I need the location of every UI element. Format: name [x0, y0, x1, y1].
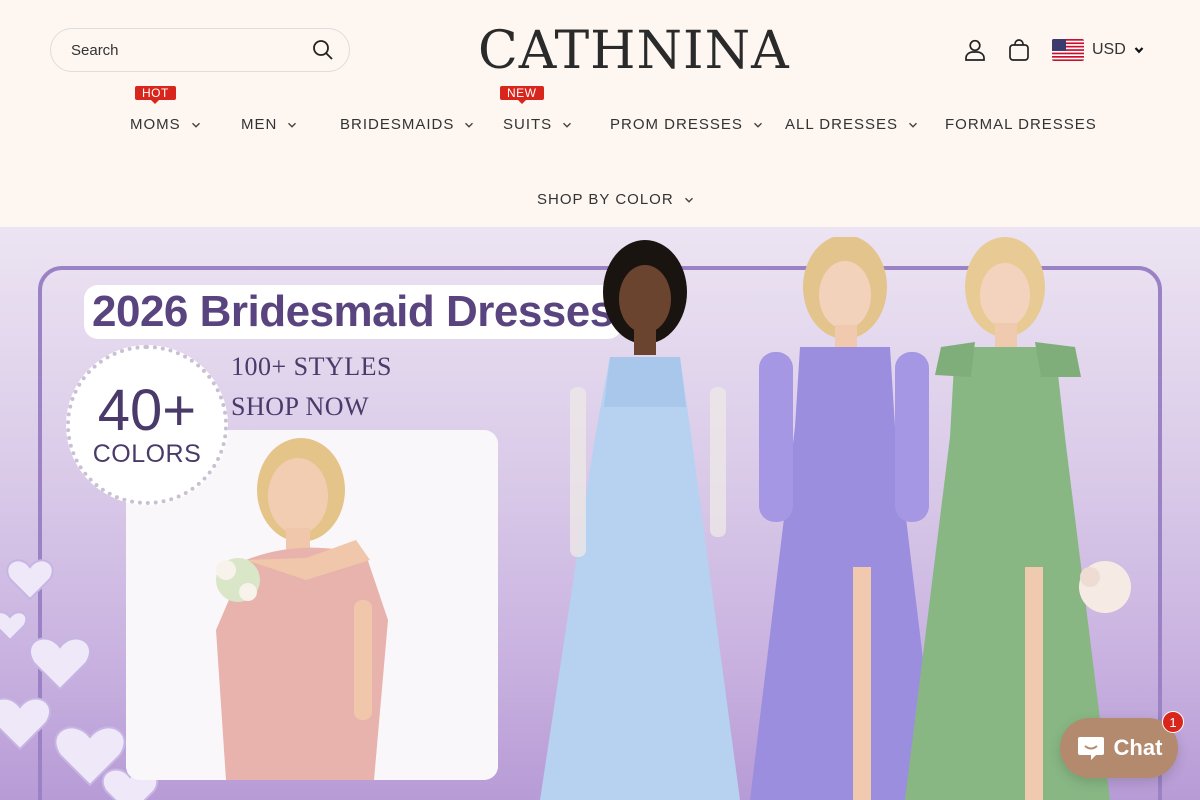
search-bar[interactable]: [50, 28, 350, 72]
chat-label: Chat: [1113, 735, 1163, 760]
colors-badge: 40+ COLORS: [66, 345, 228, 505]
shop-now-cta[interactable]: SHOP NOW: [231, 392, 369, 422]
nav-item-label: BRIDESMAIDS: [340, 116, 455, 133]
nav-item-label: MOMS: [130, 116, 181, 133]
nav-item-label: MEN: [241, 116, 278, 133]
chevron-down-icon: [288, 122, 297, 128]
nav-item-label: ALL DRESSES: [785, 116, 898, 133]
nav-item-label: PROM DRESSES: [610, 116, 743, 133]
chevron-down-icon: [1134, 47, 1144, 54]
nav-item-label: SUITS: [503, 116, 553, 133]
currency-code: USD: [1092, 41, 1126, 58]
chevron-down-icon: [684, 197, 693, 203]
chevron-down-icon: [563, 122, 572, 128]
colors-label: COLORS: [92, 439, 202, 468]
hero-banner[interactable]: 2026 Bridesmaid Dresses 40+ COLORS 100+ …: [0, 227, 1200, 800]
nav-item-all-dresses[interactable]: ALL DRESSES: [785, 116, 918, 133]
chevron-down-icon: [909, 122, 917, 128]
brand-logo[interactable]: CATHNINA: [478, 18, 790, 84]
nav-item-shop-by-color[interactable]: SHOP BY COLOR: [537, 191, 694, 208]
account-icon[interactable]: [962, 37, 988, 63]
sage-dress-model-image: [905, 237, 1131, 800]
nav-item-label: FORMAL DRESSES: [945, 116, 1097, 133]
colors-count: 40+: [97, 377, 197, 443]
search-icon[interactable]: [311, 38, 335, 62]
currency-selector[interactable]: USD: [1052, 36, 1144, 64]
chevron-down-icon: [191, 122, 200, 128]
nav-item-suits[interactable]: SUITS: [503, 116, 572, 133]
blue-dress-model-image: [540, 240, 740, 800]
chevron-down-icon: [465, 122, 474, 128]
hot-badge: HOT: [135, 86, 176, 104]
chat-button[interactable]: Chat: [1060, 718, 1178, 778]
new-badge: NEW: [500, 86, 544, 104]
styles-tagline: 100+ STYLES: [231, 352, 393, 381]
nav-item-bridesmaids[interactable]: BRIDESMAIDS: [340, 116, 474, 133]
nav-item-label: SHOP BY COLOR: [537, 191, 674, 208]
us-flag-icon: [1052, 39, 1084, 61]
cart-icon[interactable]: [1006, 37, 1032, 63]
nav-item-formal-dresses[interactable]: FORMAL DRESSES: [945, 116, 1097, 133]
nav-item-moms[interactable]: MOMS: [130, 116, 201, 133]
chat-icon: [1077, 737, 1104, 760]
site-header: CATHNINA USD HOT MOMS MEN BRIDESMAIDS: [0, 0, 1200, 227]
search-input[interactable]: [71, 41, 311, 59]
brand-name: CATHNINA: [478, 21, 790, 81]
chat-unread-badge: 1: [1162, 711, 1184, 733]
nav-item-men[interactable]: MEN: [241, 116, 297, 133]
nav-item-prom-dresses[interactable]: PROM DRESSES: [610, 116, 763, 133]
chevron-down-icon: [753, 122, 762, 128]
